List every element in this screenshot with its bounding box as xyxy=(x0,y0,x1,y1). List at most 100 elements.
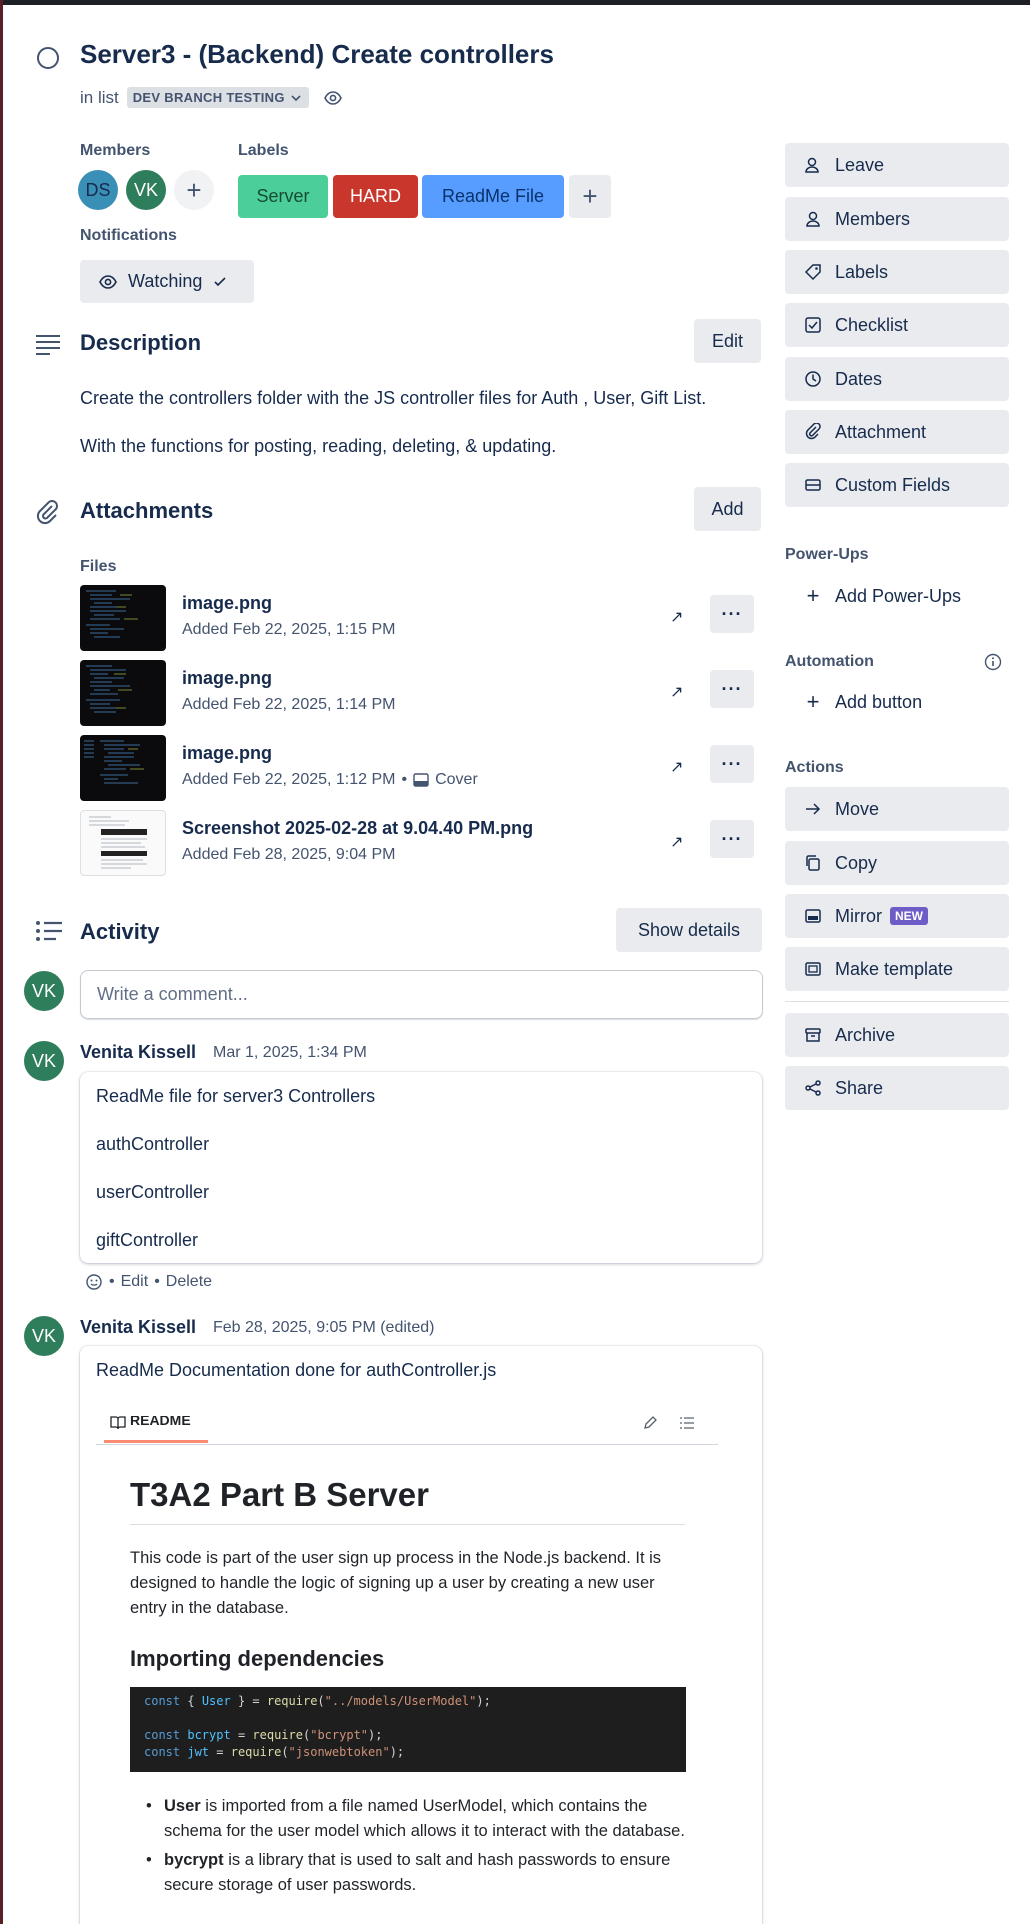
separator-dot: • xyxy=(109,1273,115,1290)
comment-author[interactable]: Venita Kissell xyxy=(80,1042,196,1063)
attachment-row[interactable]: image.png Added Feb 22, 2025, 1:14 PM ↗ … xyxy=(80,660,755,726)
move-button[interactable]: Move xyxy=(785,787,1009,831)
open-external-icon[interactable]: ↗ xyxy=(670,682,683,702)
readme-h1: T3A2 Part B Server xyxy=(130,1476,429,1513)
attachment-row[interactable]: image.png Added Feb 22, 2025, 1:12 PM • … xyxy=(80,735,755,801)
comment-date[interactable]: Feb 28, 2025, 9:05 PM (edited) xyxy=(213,1319,434,1337)
attachment-thumbnail[interactable] xyxy=(80,810,166,876)
attachment-button-label: Attachment xyxy=(835,421,927,442)
current-user-avatar[interactable]: VK xyxy=(24,971,64,1011)
mirror-icon xyxy=(803,907,823,925)
add-automation-button[interactable]: + Add button xyxy=(785,680,1009,724)
comment-date[interactable]: Mar 1, 2025, 1:34 PM xyxy=(213,1044,367,1062)
comment-line: userController xyxy=(96,1182,210,1202)
watching-label: Watching xyxy=(128,271,203,291)
make-template-button[interactable]: Make template xyxy=(785,947,1009,991)
label-server[interactable]: Server xyxy=(238,175,328,218)
mirror-label: Mirror xyxy=(835,905,882,926)
avatar-ds[interactable]: DS xyxy=(78,170,118,210)
readme-tab-label: README xyxy=(130,1416,191,1428)
attachment-more-button[interactable]: ··· xyxy=(710,670,754,708)
add-button-label: Add button xyxy=(835,691,923,712)
add-label-button[interactable]: + xyxy=(569,175,611,218)
description-paragraph[interactable]: Create the controllers folder with the J… xyxy=(80,388,706,409)
edit-comment-link[interactable]: Edit xyxy=(121,1273,149,1291)
info-icon[interactable] xyxy=(984,653,1002,671)
checklist-button[interactable]: Checklist xyxy=(785,303,1009,347)
add-powerups-button[interactable]: + Add Power-Ups xyxy=(785,574,1009,618)
leave-button[interactable]: Leave xyxy=(785,143,1009,187)
separator-dot: • xyxy=(154,1273,160,1290)
open-external-icon[interactable]: ↗ xyxy=(670,832,683,852)
add-member-button[interactable]: + xyxy=(174,170,214,210)
show-details-button[interactable]: Show details xyxy=(616,908,762,952)
mirror-button[interactable]: Mirror NEW xyxy=(785,894,1009,938)
move-label: Move xyxy=(835,798,880,819)
attachment-more-button[interactable]: ··· xyxy=(710,745,754,783)
complete-checkbox[interactable] xyxy=(37,47,59,69)
comment-input[interactable]: Write a comment... xyxy=(80,970,763,1019)
attachment-name[interactable]: Screenshot 2025-02-28 at 9.04.40 PM.png xyxy=(182,818,533,839)
in-list-text: in list xyxy=(80,87,119,107)
eye-icon xyxy=(99,274,117,289)
readme-tab: README xyxy=(104,1416,208,1443)
dates-button[interactable]: Dates xyxy=(785,357,1009,401)
avatar-vk[interactable]: VK xyxy=(126,170,166,210)
archive-button[interactable]: Archive xyxy=(785,1013,1009,1057)
open-external-icon[interactable]: ↗ xyxy=(670,607,683,627)
copy-label: Copy xyxy=(835,852,878,873)
attachment-thumbnail[interactable] xyxy=(80,735,166,801)
comment-author-avatar[interactable]: VK xyxy=(24,1316,64,1356)
activity-icon xyxy=(35,920,63,947)
copy-button[interactable]: Copy xyxy=(785,841,1009,885)
attachment-more-button[interactable]: ··· xyxy=(710,820,754,858)
add-reaction-icon[interactable] xyxy=(85,1273,103,1291)
automation-label: Automation xyxy=(785,653,874,670)
attachment-more-button[interactable]: ··· xyxy=(710,595,754,633)
activity-heading: Activity xyxy=(80,919,160,944)
members-label: Members xyxy=(80,142,151,159)
template-icon xyxy=(803,960,823,978)
comment-author[interactable]: Venita Kissell xyxy=(80,1317,196,1338)
attachment-thumbnail[interactable] xyxy=(80,660,166,726)
description-paragraph[interactable]: With the functions for posting, reading,… xyxy=(80,436,556,457)
new-badge: NEW xyxy=(890,907,928,925)
open-external-icon[interactable]: ↗ xyxy=(670,757,683,777)
bullet-text: is a library that is used to salt and ha… xyxy=(164,1851,671,1894)
attachment-button[interactable]: Attachment xyxy=(785,410,1009,454)
attachment-name[interactable]: image.png xyxy=(182,593,272,614)
label-readme-file[interactable]: ReadMe File xyxy=(422,175,564,218)
attachment-date: Added Feb 22, 2025, 1:15 PM xyxy=(182,621,396,638)
card-title[interactable]: Server3 - (Backend) Create controllers xyxy=(80,39,554,70)
comment-line: authController xyxy=(96,1134,210,1154)
plus-icon: + xyxy=(806,583,820,608)
attachment-row[interactable]: Screenshot 2025-02-28 at 9.04.40 PM.png … xyxy=(80,810,755,876)
list-selector[interactable]: DEV BRANCH TESTING xyxy=(126,87,309,108)
attachment-name[interactable]: image.png xyxy=(182,668,272,689)
members-button-label: Members xyxy=(835,208,911,229)
pencil-icon xyxy=(644,1416,657,1429)
readme-screenshot-image[interactable]: README T3A2 Part B Server This code is p… xyxy=(96,1416,718,1924)
custom-fields-button-label: Custom Fields xyxy=(835,474,951,495)
custom-fields-button[interactable]: Custom Fields xyxy=(785,463,1009,507)
comment-line: giftController xyxy=(96,1230,199,1250)
edit-description-button[interactable]: Edit xyxy=(694,319,761,363)
copy-icon xyxy=(803,854,823,872)
attachment-thumbnail[interactable] xyxy=(80,585,166,651)
labels-button[interactable]: Labels xyxy=(785,250,1009,294)
members-button[interactable]: Members xyxy=(785,197,1009,241)
attachment-row[interactable]: image.png Added Feb 22, 2025, 1:15 PM ↗ … xyxy=(80,585,755,651)
comment-author-avatar[interactable]: VK xyxy=(24,1041,64,1081)
add-attachment-button[interactable]: Add xyxy=(694,487,761,531)
leave-label: Leave xyxy=(835,154,885,175)
list-location: in list DEV BRANCH TESTING xyxy=(80,87,343,108)
delete-comment-link[interactable]: Delete xyxy=(166,1273,212,1291)
attachment-name[interactable]: image.png xyxy=(182,743,272,764)
readme-intro: This code is part of the user sign up pr… xyxy=(130,1549,662,1617)
archive-label: Archive xyxy=(835,1024,896,1045)
readme-h2: Importing dependencies xyxy=(130,1646,385,1671)
label-hard[interactable]: HARD xyxy=(333,175,418,218)
watching-button[interactable]: Watching xyxy=(80,260,254,303)
person-icon xyxy=(803,210,823,228)
share-button[interactable]: Share xyxy=(785,1066,1009,1110)
